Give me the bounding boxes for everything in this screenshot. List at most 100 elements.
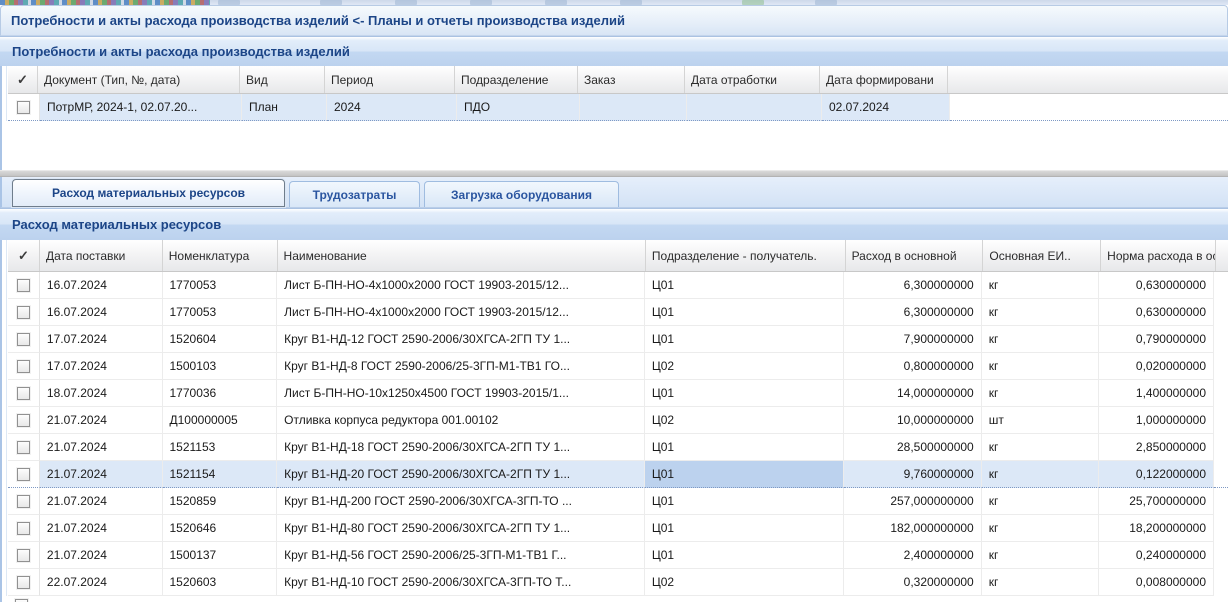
row-checkbox[interactable] bbox=[17, 495, 30, 508]
cell-qty[interactable]: 0,320000000 bbox=[844, 569, 982, 596]
cell-code[interactable]: 1770036 bbox=[163, 380, 278, 407]
cell-norm[interactable]: 25,700000000 bbox=[1099, 488, 1214, 515]
material-row[interactable]: 17.07.20241520604Круг В1-НД-12 ГОСТ 2590… bbox=[8, 326, 1228, 353]
material-row[interactable]: 21.07.2024Д100000005Отливка корпуса реду… bbox=[8, 407, 1228, 434]
cell-period[interactable]: 2024 bbox=[327, 94, 457, 121]
cell-code[interactable]: 1520646 bbox=[163, 515, 278, 542]
row-checkbox[interactable] bbox=[17, 387, 30, 400]
tab-equipment-load[interactable]: Загрузка оборудования bbox=[424, 181, 619, 207]
select-all-column-header[interactable]: ✓ bbox=[8, 66, 38, 93]
column-header-rashod[interactable]: Расход в основной bbox=[846, 240, 984, 271]
cell-code[interactable]: 1521154 bbox=[163, 461, 278, 488]
cell-dept[interactable]: Ц01 bbox=[645, 326, 844, 353]
cell-qty[interactable]: 7,900000000 bbox=[844, 326, 982, 353]
cell-qty[interactable]: 0,800000000 bbox=[844, 353, 982, 380]
material-row[interactable]: 16.07.20241770053Лист Б-ПН-НО-4х1000х200… bbox=[8, 272, 1228, 299]
cell-unit[interactable]: шт bbox=[982, 407, 1100, 434]
cell-code[interactable]: 1521153 bbox=[163, 434, 278, 461]
cell-unit[interactable]: кг bbox=[982, 569, 1100, 596]
column-header-podrazdelenie-poluchatel[interactable]: Подразделение - получатель. bbox=[646, 240, 846, 271]
cell-norm[interactable]: 1,000000000 bbox=[1099, 407, 1214, 434]
cell-qty[interactable]: 2,400000000 bbox=[844, 542, 982, 569]
row-checkbox[interactable] bbox=[17, 101, 30, 114]
cell-dept[interactable]: Ц01 bbox=[645, 488, 844, 515]
cell-norm[interactable]: 0,020000000 bbox=[1099, 353, 1214, 380]
cell-date[interactable]: 21.07.2024 bbox=[40, 434, 163, 461]
cell-code[interactable]: 1520604 bbox=[163, 326, 278, 353]
cell-unit[interactable]: кг bbox=[982, 299, 1100, 326]
row-checkbox[interactable] bbox=[17, 414, 30, 427]
cell-qty[interactable]: 14,000000000 bbox=[844, 380, 982, 407]
cell-norm[interactable]: 1,400000000 bbox=[1099, 380, 1214, 407]
cell-name[interactable]: Круг В1-НД-8 ГОСТ 2590-2006/25-3ГП-М1-ТВ… bbox=[277, 353, 645, 380]
column-header-data-otrabotki[interactable]: Дата отработки bbox=[685, 66, 820, 93]
cell-name[interactable]: Круг В1-НД-20 ГОСТ 2590-2006/30ХГСА-2ГП … bbox=[277, 461, 645, 488]
cell-unit[interactable]: кг bbox=[982, 326, 1100, 353]
column-header-podrazdelenie[interactable]: Подразделение bbox=[455, 66, 578, 93]
cell-qty[interactable]: 6,300000000 bbox=[844, 272, 982, 299]
column-header-period[interactable]: Период bbox=[325, 66, 455, 93]
cell-unit[interactable]: кг bbox=[982, 272, 1100, 299]
cell-norm[interactable]: 0,122000000 bbox=[1099, 461, 1214, 488]
cell-date[interactable]: 18.07.2024 bbox=[40, 380, 163, 407]
cell-dept[interactable]: Ц01 bbox=[645, 272, 844, 299]
cell-norm[interactable]: 18,200000000 bbox=[1099, 515, 1214, 542]
select-all-column-header[interactable]: ✓ bbox=[8, 240, 40, 271]
material-row[interactable]: 18.07.20241770036Лист Б-ПН-НО-10х1250х45… bbox=[8, 380, 1228, 407]
cell-document[interactable]: ПотрМР, 2024-1, 02.07.20... bbox=[40, 94, 242, 121]
cell-code[interactable]: 1770053 bbox=[163, 299, 278, 326]
material-row[interactable]: 21.07.20241521153Круг В1-НД-18 ГОСТ 2590… bbox=[8, 434, 1228, 461]
cell-code[interactable]: Д100000005 bbox=[163, 407, 278, 434]
cell-date[interactable]: 21.07.2024 bbox=[40, 488, 163, 515]
cell-code[interactable]: 1500103 bbox=[163, 353, 278, 380]
cell-norm[interactable]: 0,630000000 bbox=[1099, 272, 1214, 299]
cell-podrazdelenie[interactable]: ПДО bbox=[457, 94, 580, 121]
cell-dept[interactable]: Ц01 bbox=[645, 434, 844, 461]
column-header-naimenovanie[interactable]: Наименование bbox=[278, 240, 646, 271]
cell-name[interactable]: Круг В1-НД-18 ГОСТ 2590-2006/30ХГСА-2ГП … bbox=[277, 434, 645, 461]
cell-dept[interactable]: Ц01 bbox=[645, 542, 844, 569]
cell-date[interactable]: 21.07.2024 bbox=[40, 461, 163, 488]
cell-dept[interactable]: Ц02 bbox=[645, 569, 844, 596]
material-row[interactable]: 17.07.20241500103Круг В1-НД-8 ГОСТ 2590-… bbox=[8, 353, 1228, 380]
row-checkbox[interactable] bbox=[17, 441, 30, 454]
row-checkbox[interactable] bbox=[17, 549, 30, 562]
cell-code[interactable]: 1500137 bbox=[163, 542, 278, 569]
cell-dept[interactable]: Ц02 bbox=[645, 353, 844, 380]
cell-unit[interactable]: кг bbox=[982, 461, 1100, 488]
tab-labor-costs[interactable]: Трудозатраты bbox=[289, 181, 420, 207]
cell-qty[interactable]: 257,000000000 bbox=[844, 488, 982, 515]
material-row[interactable]: 21.07.20241500137Круг В1-НД-56 ГОСТ 2590… bbox=[8, 542, 1228, 569]
cell-name[interactable]: Круг В1-НД-200 ГОСТ 2590-2006/30ХГСА-3ГП… bbox=[277, 488, 645, 515]
cell-norm[interactable]: 0,008000000 bbox=[1099, 569, 1214, 596]
cell-unit[interactable]: кг bbox=[982, 434, 1100, 461]
row-checkbox[interactable] bbox=[17, 468, 30, 481]
cell-unit[interactable]: кг bbox=[982, 488, 1100, 515]
cell-unit[interactable]: кг bbox=[982, 542, 1100, 569]
cell-date[interactable]: 21.07.2024 bbox=[40, 542, 163, 569]
cell-data-otrabotki[interactable] bbox=[687, 94, 822, 121]
cell-unit[interactable]: кг bbox=[982, 515, 1100, 542]
cell-qty[interactable]: 182,000000000 bbox=[844, 515, 982, 542]
cell-date[interactable]: 21.07.2024 bbox=[40, 515, 163, 542]
cell-norm[interactable]: 0,630000000 bbox=[1099, 299, 1214, 326]
material-row[interactable]: 22.07.20241520603Круг В1-НД-10 ГОСТ 2590… bbox=[8, 569, 1228, 596]
material-row[interactable]: 21.07.20241521154Круг В1-НД-20 ГОСТ 2590… bbox=[8, 461, 1228, 488]
horizontal-splitter[interactable] bbox=[0, 170, 1228, 177]
cell-zakaz[interactable] bbox=[580, 94, 687, 121]
cell-data-formirovaniya[interactable]: 02.07.2024 bbox=[822, 94, 950, 121]
cell-unit[interactable]: кг bbox=[982, 380, 1100, 407]
cell-name[interactable]: Круг В1-НД-12 ГОСТ 2590-2006/30ХГСА-2ГП … bbox=[277, 326, 645, 353]
cell-date[interactable]: 21.07.2024 bbox=[40, 407, 163, 434]
cell-qty[interactable]: 9,760000000 bbox=[844, 461, 982, 488]
cell-norm[interactable]: 0,790000000 bbox=[1099, 326, 1214, 353]
cell-code[interactable]: 1520859 bbox=[163, 488, 278, 515]
column-header-data-postavki[interactable]: Дата поставки bbox=[40, 240, 163, 271]
cell-vid[interactable]: План bbox=[242, 94, 327, 121]
cell-code[interactable]: 1770053 bbox=[163, 272, 278, 299]
document-row[interactable]: ПотрМР, 2024-1, 02.07.20... План 2024 ПД… bbox=[8, 94, 1228, 121]
material-row[interactable]: 21.07.20241520859Круг В1-НД-200 ГОСТ 259… bbox=[8, 488, 1228, 515]
row-checkbox[interactable] bbox=[17, 306, 30, 319]
cell-unit[interactable]: кг bbox=[982, 353, 1100, 380]
column-header-nomenklatura[interactable]: Номенклатура bbox=[163, 240, 278, 271]
